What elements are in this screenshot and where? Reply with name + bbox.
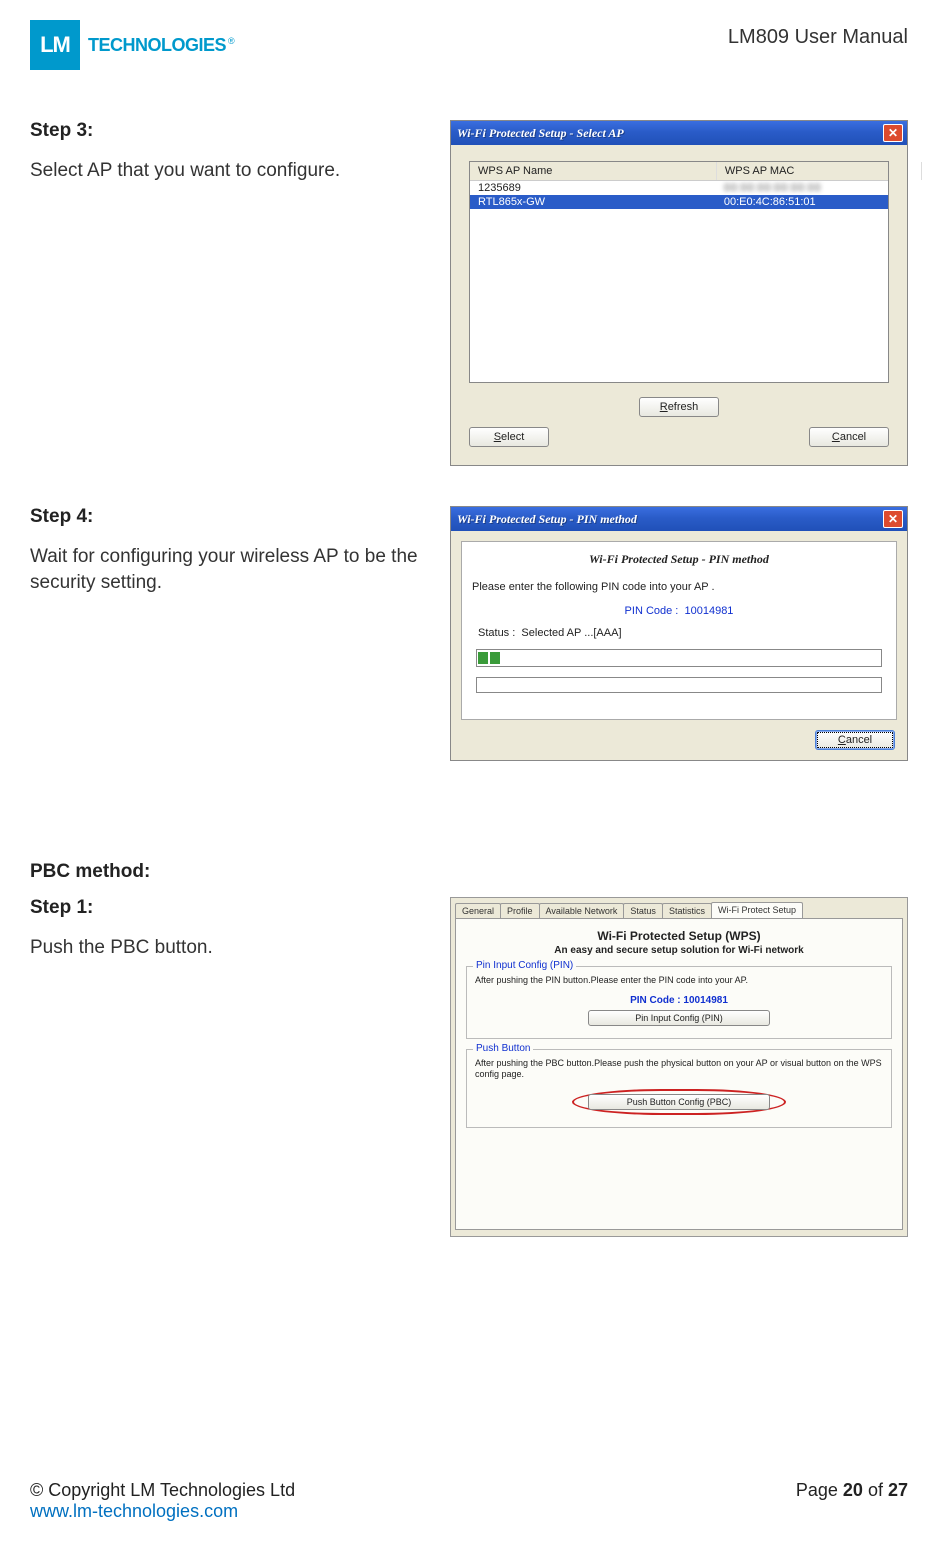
page-header: LM TECHNOLOGIES® LM809 User Manual <box>30 20 908 70</box>
dialog-title: Wi-Fi Protected Setup - Select AP <box>457 126 624 141</box>
page-total: 27 <box>888 1480 908 1500</box>
registered-mark-icon: ® <box>228 36 235 46</box>
pin-code-label: PIN Code : <box>630 995 681 1006</box>
wps-title: Wi-Fi Protected Setup (WPS) <box>466 929 892 943</box>
pin-group-text: After pushing the PIN button.Please ente… <box>475 975 883 987</box>
refresh-button[interactable]: Refresh <box>639 397 719 417</box>
group-legend-push: Push Button <box>473 1043 533 1054</box>
step4-body: Wait for configuring your wireless AP to… <box>30 544 430 595</box>
page-prefix: Page <box>796 1480 843 1500</box>
cell-ap-name: RTL865x-GW <box>470 195 716 209</box>
ap-listbox[interactable]: WPS AP Name WPS AP MAC 1235689 00:00:00:… <box>469 161 889 383</box>
group-legend-pin: Pin Input Config (PIN) <box>473 960 576 971</box>
page-current: 20 <box>843 1480 863 1500</box>
copyright-text: © Copyright LM Technologies Ltd <box>30 1480 295 1501</box>
cancel-button[interactable]: Cancel <box>815 730 895 750</box>
pin-code-line: PIN Code : 10014981 <box>475 995 883 1006</box>
pin-dialog-subheader: Wi-Fi Protected Setup - PIN method <box>472 552 886 567</box>
list-header: WPS AP Name WPS AP MAC <box>470 162 888 181</box>
pbc-step1-heading: Step 1: <box>30 897 430 919</box>
logo-mark: LM <box>30 20 80 70</box>
progress-segment <box>490 652 500 664</box>
highlight-circle-icon: Push Button Config (PBC) <box>572 1089 786 1115</box>
tab-general[interactable]: General <box>455 903 501 918</box>
dialog-title: Wi-Fi Protected Setup - PIN method <box>457 512 637 527</box>
cell-ap-name: 1235689 <box>470 181 716 195</box>
close-icon[interactable]: ✕ <box>883 124 903 142</box>
cell-ap-mac: 00:E0:4C:86:51:01 <box>716 195 920 209</box>
step3-body: Select AP that you want to configure. <box>30 158 430 184</box>
progress-bar <box>476 649 882 667</box>
select-ap-dialog: Wi-Fi Protected Setup - Select AP ✕ WPS … <box>450 120 908 466</box>
page-mid: of <box>863 1480 888 1500</box>
tab-status[interactable]: Status <box>623 903 663 918</box>
pin-code-label: PIN Code : <box>625 605 679 617</box>
page-number: Page 20 of 27 <box>796 1480 908 1522</box>
logo: LM TECHNOLOGIES® <box>30 20 235 70</box>
tab-statistics[interactable]: Statistics <box>662 903 712 918</box>
tab-available-network[interactable]: Available Network <box>539 903 625 918</box>
push-button-group: Push Button After pushing the PBC button… <box>466 1049 892 1128</box>
push-button-config-button[interactable]: Push Button Config (PBC) <box>588 1094 770 1110</box>
pin-config-group: Pin Input Config (PIN) After pushing the… <box>466 966 892 1039</box>
status-line: Status : Selected AP ...[AAA] <box>472 627 886 639</box>
wps-subtitle: An easy and secure setup solution for Wi… <box>466 945 892 956</box>
company-url-link[interactable]: www.lm-technologies.com <box>30 1501 238 1521</box>
logo-text: TECHNOLOGIES <box>88 35 226 55</box>
cell-ap-mac: 00:00:00:00:00:00 <box>716 181 920 195</box>
pin-input-config-button[interactable]: Pin Input Config (PIN) <box>588 1010 770 1026</box>
wps-settings-panel: General Profile Available Network Status… <box>450 897 908 1237</box>
pbc-section-heading: PBC method: <box>30 861 908 883</box>
push-group-text: After pushing the PBC button.Please push… <box>475 1058 883 1081</box>
secondary-progress-bar <box>476 677 882 693</box>
tab-panel: Wi-Fi Protected Setup (WPS) An easy and … <box>455 918 903 1230</box>
step3-heading: Step 3: <box>30 120 430 142</box>
pin-code-display: PIN Code : 10014981 <box>472 605 886 617</box>
list-row[interactable]: RTL865x-GW 00:E0:4C:86:51:01 <box>470 195 888 209</box>
pin-method-dialog: Wi-Fi Protected Setup - PIN method ✕ Wi-… <box>450 506 908 761</box>
pbc-step1-body: Push the PBC button. <box>30 935 430 961</box>
column-ap-name[interactable]: WPS AP Name <box>470 162 717 180</box>
tab-profile[interactable]: Profile <box>500 903 540 918</box>
select-button[interactable]: Select <box>469 427 549 447</box>
column-ap-mac[interactable]: WPS AP MAC <box>717 162 922 180</box>
dialog-titlebar: Wi-Fi Protected Setup - PIN method ✕ <box>451 507 907 531</box>
status-value: Selected AP ...[AAA] <box>521 627 621 639</box>
step4-heading: Step 4: <box>30 506 430 528</box>
list-row[interactable]: 1235689 00:00:00:00:00:00 <box>470 181 888 195</box>
pin-instruction: Please enter the following PIN code into… <box>472 581 886 593</box>
document-title: LM809 User Manual <box>728 26 908 49</box>
close-icon[interactable]: ✕ <box>883 510 903 528</box>
progress-segment <box>478 652 488 664</box>
pin-code-value: 10014981 <box>684 605 733 617</box>
dialog-titlebar: Wi-Fi Protected Setup - Select AP ✕ <box>451 121 907 145</box>
pin-code-value: 10014981 <box>683 995 728 1006</box>
cancel-button[interactable]: Cancel <box>809 427 889 447</box>
tab-row: General Profile Available Network Status… <box>451 898 907 918</box>
page-footer: © Copyright LM Technologies Ltd www.lm-t… <box>30 1480 908 1522</box>
tab-wps[interactable]: Wi-Fi Protect Setup <box>711 902 803 918</box>
status-label: Status : <box>478 627 515 639</box>
